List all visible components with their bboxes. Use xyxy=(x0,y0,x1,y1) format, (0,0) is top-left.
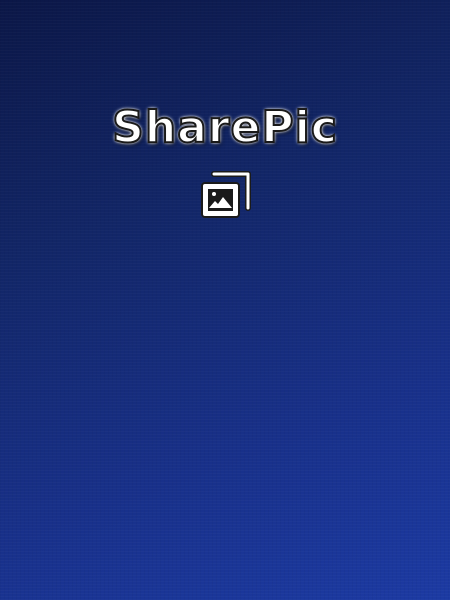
app-title: SharePic xyxy=(111,101,338,154)
gallery-icon xyxy=(201,171,251,218)
splash-screen: SharePic xyxy=(0,0,450,600)
